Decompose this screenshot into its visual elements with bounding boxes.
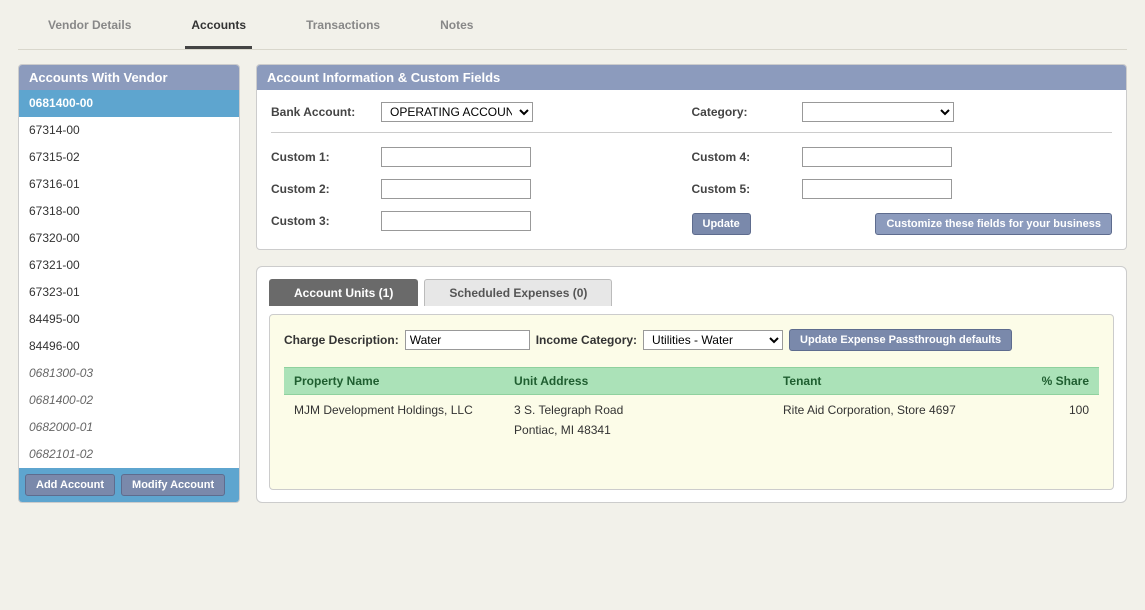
- custom5-label: Custom 5:: [692, 182, 802, 196]
- modify-account-button[interactable]: Modify Account: [121, 474, 225, 496]
- account-item[interactable]: 67320-00: [19, 225, 239, 252]
- custom4-label: Custom 4:: [692, 150, 802, 164]
- account-item[interactable]: 67315-02: [19, 144, 239, 171]
- accounts-button-bar: Add Account Modify Account: [19, 468, 239, 502]
- accounts-panel-header: Accounts With Vendor: [19, 65, 239, 90]
- col-unit[interactable]: Unit Address: [504, 368, 773, 395]
- account-item[interactable]: 67323-01: [19, 279, 239, 306]
- col-tenant[interactable]: Tenant: [773, 368, 1001, 395]
- cell-tenant: Rite Aid Corporation, Store 4697: [773, 395, 1001, 446]
- custom5-input[interactable]: [802, 179, 952, 199]
- account-item[interactable]: 67318-00: [19, 198, 239, 225]
- account-item[interactable]: 0682000-01: [19, 414, 239, 441]
- income-category-label: Income Category:: [536, 333, 637, 347]
- tab-account-units[interactable]: Account Units (1): [269, 279, 418, 306]
- update-passthrough-button[interactable]: Update Expense Passthrough defaults: [789, 329, 1012, 351]
- account-item[interactable]: 67314-00: [19, 117, 239, 144]
- account-item[interactable]: 0681300-03: [19, 360, 239, 387]
- col-property[interactable]: Property Name: [284, 368, 504, 395]
- account-item[interactable]: 0681400-02: [19, 387, 239, 414]
- unit-table: Property Name Unit Address Tenant % Shar…: [284, 367, 1099, 445]
- top-tabs: Vendor Details Accounts Transactions Not…: [18, 0, 1127, 50]
- account-item[interactable]: 67321-00: [19, 252, 239, 279]
- accounts-panel: Accounts With Vendor 0681400-0067314-006…: [18, 64, 240, 503]
- update-button[interactable]: Update: [692, 213, 751, 235]
- accounts-list: 0681400-0067314-0067315-0267316-0167318-…: [19, 90, 239, 468]
- account-item[interactable]: 67316-01: [19, 171, 239, 198]
- tab-notes[interactable]: Notes: [434, 18, 479, 49]
- tab-vendor-details[interactable]: Vendor Details: [42, 18, 137, 49]
- charge-description-label: Charge Description:: [284, 333, 399, 347]
- tab-transactions[interactable]: Transactions: [300, 18, 386, 49]
- account-item[interactable]: 84495-00: [19, 306, 239, 333]
- custom2-label: Custom 2:: [271, 182, 381, 196]
- account-item[interactable]: 0682101-02: [19, 441, 239, 468]
- category-select[interactable]: [802, 102, 954, 122]
- account-info-panel: Account Information & Custom Fields Bank…: [256, 64, 1127, 250]
- custom3-label: Custom 3:: [271, 214, 381, 228]
- custom1-label: Custom 1:: [271, 150, 381, 164]
- tab-scheduled-expenses[interactable]: Scheduled Expenses (0): [424, 279, 612, 306]
- custom3-input[interactable]: [381, 211, 531, 231]
- customize-fields-button[interactable]: Customize these fields for your business: [875, 213, 1112, 235]
- cell-unit: 3 S. Telegraph RoadPontiac, MI 48341: [504, 395, 773, 446]
- col-share[interactable]: % Share: [1001, 368, 1099, 395]
- custom2-input[interactable]: [381, 179, 531, 199]
- custom1-input[interactable]: [381, 147, 531, 167]
- table-row[interactable]: MJM Development Holdings, LLC3 S. Telegr…: [284, 395, 1099, 446]
- category-label: Category:: [692, 105, 802, 119]
- bank-account-label: Bank Account:: [271, 105, 381, 119]
- bank-account-select[interactable]: OPERATING ACCOUNT: [381, 102, 533, 122]
- custom4-input[interactable]: [802, 147, 952, 167]
- tab-accounts[interactable]: Accounts: [185, 18, 252, 49]
- account-info-header: Account Information & Custom Fields: [257, 65, 1126, 90]
- account-item[interactable]: 0681400-00: [19, 90, 239, 117]
- add-account-button[interactable]: Add Account: [25, 474, 115, 496]
- income-category-select[interactable]: Utilities - Water: [643, 330, 783, 350]
- charge-description-input[interactable]: [405, 330, 530, 350]
- account-item[interactable]: 84496-00: [19, 333, 239, 360]
- cell-property: MJM Development Holdings, LLC: [284, 395, 504, 446]
- cell-share: 100: [1001, 395, 1099, 446]
- units-panel: Account Units (1) Scheduled Expenses (0)…: [256, 266, 1127, 503]
